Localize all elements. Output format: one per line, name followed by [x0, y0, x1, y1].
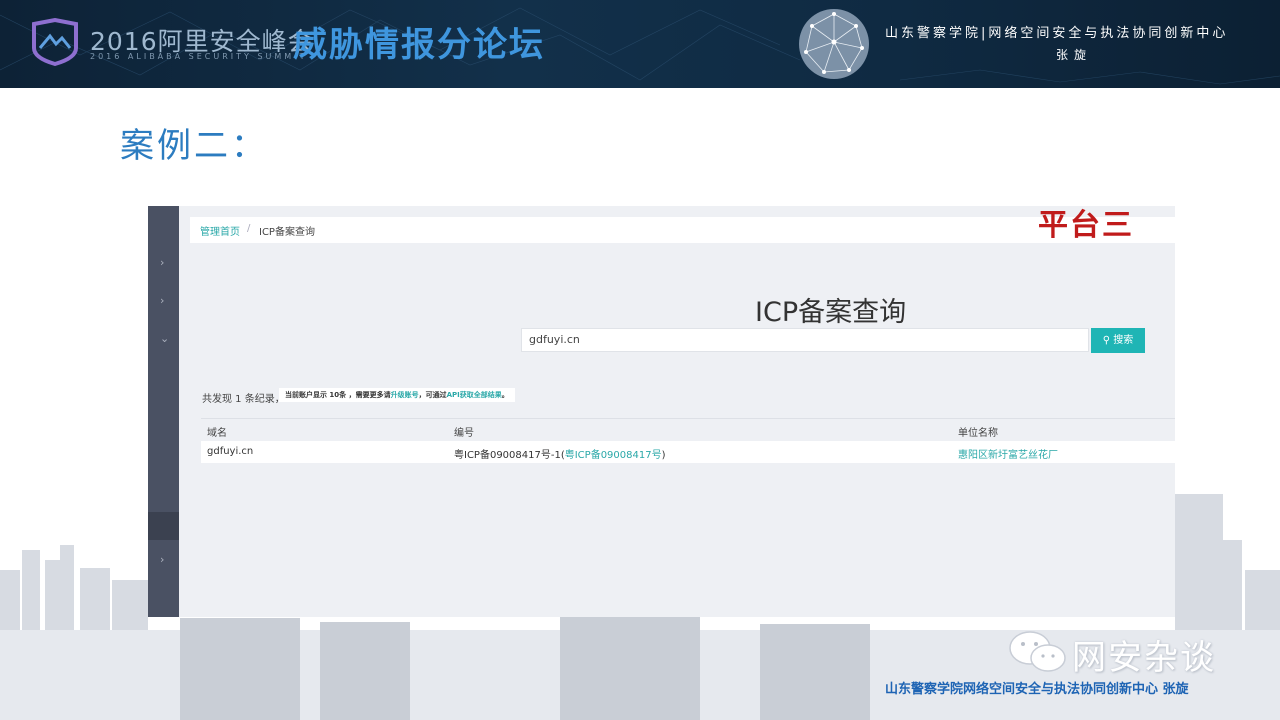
admin-sidebar: › › ⌄ › [148, 206, 179, 617]
summit-name-english: 2016 ALIBABA SECURITY SUMMIT [90, 52, 308, 61]
cell-number-suffix: ) [661, 450, 666, 461]
account-limit-notice: 当前账户显示 10条 ，需要更多请升级账号，可通过API获取全部结果。 [279, 388, 515, 402]
search-icon: ⚲ [1102, 335, 1111, 346]
wechat-icon [1009, 631, 1066, 672]
cell-number: 粤ICP备09008417号-1(粤ICP备09008417号) [454, 446, 666, 461]
chevron-right-icon[interactable]: › [160, 553, 164, 566]
platform-label: 平台三 [1038, 208, 1134, 243]
column-header-domain: 域名 [207, 428, 227, 439]
breadcrumb: 管理首页 / ICP备案查询 [190, 217, 1175, 243]
sidebar-active-item[interactable] [148, 512, 179, 540]
author-name: 张旋 [1056, 48, 1093, 62]
chevron-right-icon[interactable]: › [160, 256, 164, 269]
column-header-number: 编号 [454, 428, 474, 439]
summit-logo-icon [32, 18, 78, 66]
platform-screenshot: › › ⌄ › 管理首页 / ICP备案查询 平台三 ICP备案查询 gdfuy… [148, 206, 1175, 617]
case-title: 案例二： [120, 126, 268, 166]
result-count-text: 共发现 1 条纪录， [202, 394, 285, 405]
notice-text-after: 。 [501, 391, 509, 399]
domain-search-input[interactable]: gdfuyi.cn [521, 328, 1089, 352]
icp-number-link[interactable]: 粤ICP备09008417号 [565, 450, 662, 461]
breadcrumb-separator: / [247, 223, 251, 234]
forum-title: 威胁情报分论坛 [293, 25, 545, 65]
header-banner: 2016阿里安全峰会 2016 ALIBABA SECURITY SUMMIT … [0, 0, 1280, 88]
breadcrumb-current: ICP备案查询 [259, 227, 315, 238]
page-title: ICP备案查询 [755, 297, 907, 328]
notice-text-before: 当前账户显示 10条 ，需要更多请 [285, 391, 391, 399]
results-table-header: 域名 编号 单位名称 [201, 418, 1175, 441]
cell-domain: gdfuyi.cn [207, 446, 254, 457]
table-row: gdfuyi.cn 粤ICP备09008417号-1(粤ICP备09008417… [201, 441, 1175, 463]
footer-organization: 山东警察学院网络空间安全与执法协同创新中心 张旋 [885, 682, 1189, 697]
cell-number-prefix: 粤ICP备09008417号-1( [454, 450, 565, 461]
chevron-down-icon[interactable]: ⌄ [160, 332, 169, 345]
search-button[interactable]: ⚲ 搜索 [1091, 328, 1145, 353]
network-globe-icon [799, 9, 869, 79]
search-button-label: 搜索 [1113, 335, 1134, 346]
column-header-unit: 单位名称 [958, 428, 998, 439]
unit-name-link[interactable]: 惠阳区新圩富艺丝花厂 [958, 446, 1058, 461]
chevron-right-icon[interactable]: › [160, 294, 164, 307]
upgrade-account-link[interactable]: 升级账号 [391, 391, 419, 399]
watermark-text: 网安杂谈 [1072, 638, 1216, 678]
api-link[interactable]: API获取全部结果 [447, 391, 502, 399]
notice-text-middle: ，可通过 [418, 391, 447, 399]
breadcrumb-home-link[interactable]: 管理首页 [200, 223, 240, 238]
organization-name: 山东警察学院|网络空间安全与执法协同创新中心 [885, 26, 1229, 41]
